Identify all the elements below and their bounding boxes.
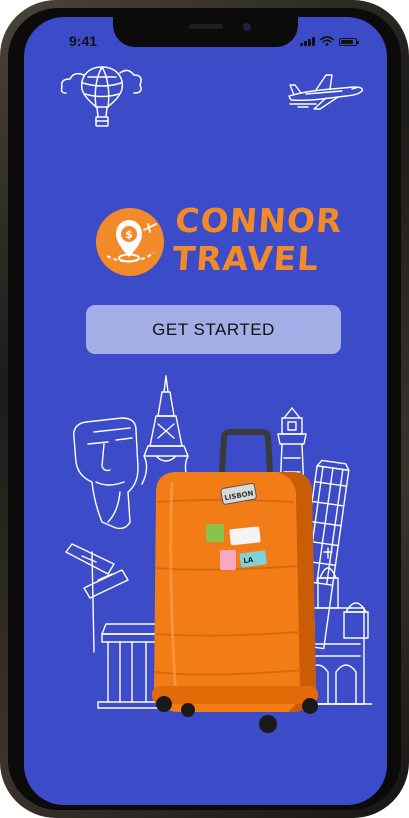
cellular-signal-icon [300,36,315,46]
brand-line-2: TRAVEL [171,239,321,278]
svg-text:LA: LA [243,556,254,565]
moai-statue-icon [73,417,139,530]
airplane-icon [288,74,364,110]
brand-line-1: CONNOR [174,201,344,240]
brand-wordmark: CONNOR TRAVEL [171,201,344,278]
status-icons [300,36,359,46]
battery-icon [339,38,359,46]
svg-text:$: $ [125,228,133,241]
eiffel-tower-icon [141,375,191,485]
notch [113,17,298,47]
wifi-icon [320,36,334,46]
speaker-grille [189,24,223,29]
suitcase-icon: LISBON LA [152,429,318,733]
hot-air-balloon-icon [60,66,142,127]
signpost-icon [65,543,129,653]
brand-logo: $ CONNOR TRAVEL [96,201,344,286]
status-time: 9:41 [69,33,98,49]
front-camera [243,23,251,31]
location-pin-icon: $ [96,208,164,276]
app-screen: 9:41 $ CONNOR TRAVEL GET STARTED LISBON … [24,17,387,805]
battery-level [341,40,353,44]
get-started-button[interactable]: GET STARTED [86,305,341,354]
travel-illustration: LISBON LA [65,375,372,733]
